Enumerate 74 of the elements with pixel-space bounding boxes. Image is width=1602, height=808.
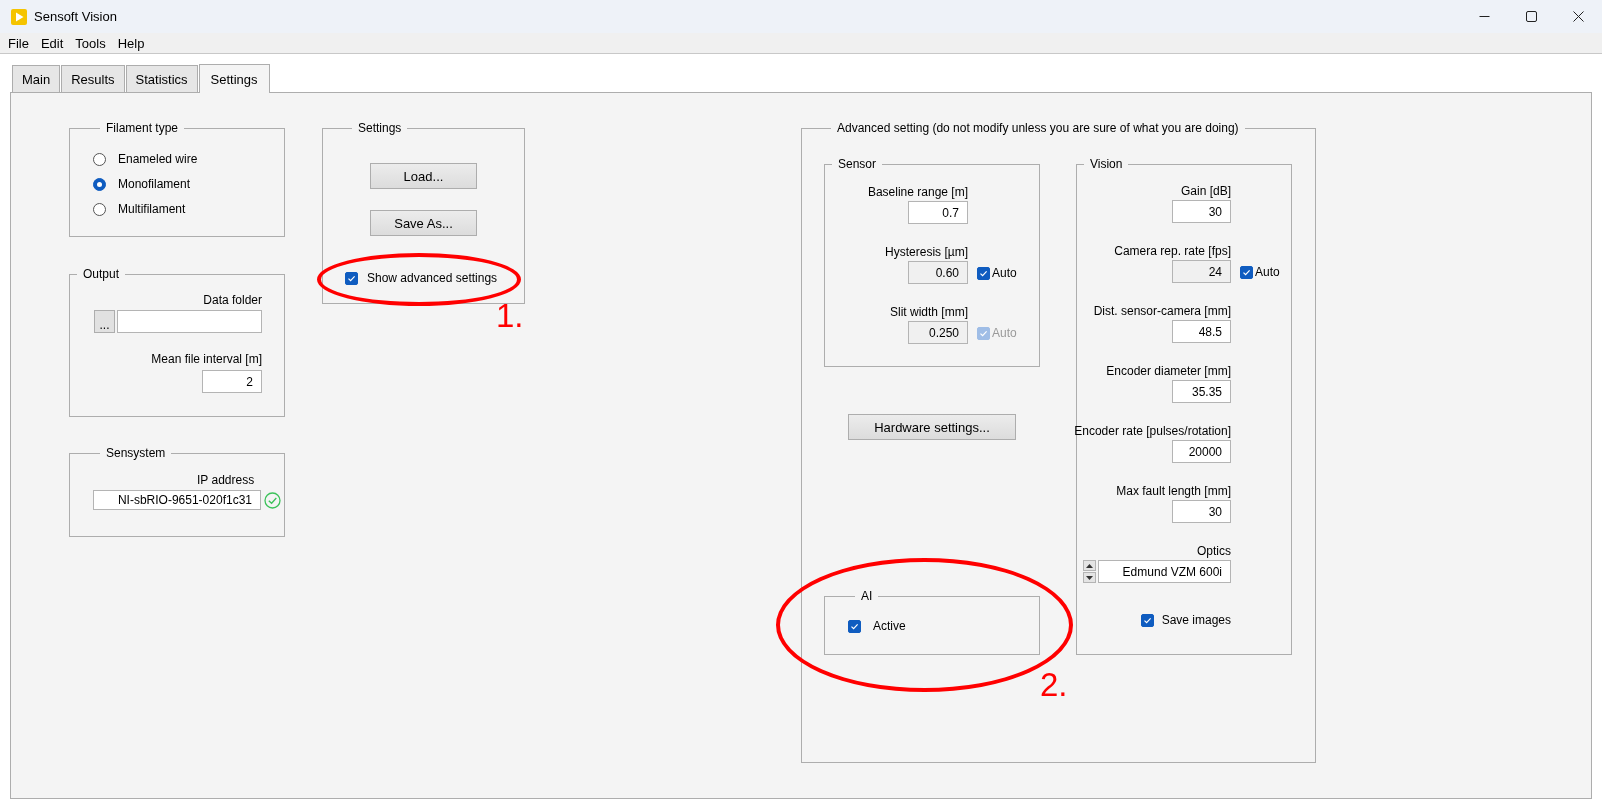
group-title: Filament type [105,121,180,135]
field-label: Encoder rate [pulses/rotation] [1074,424,1231,438]
checkbox[interactable] [848,619,861,633]
group-title: Output [82,267,121,281]
field-label: Mean file interval [m] [151,352,262,366]
menu-item[interactable]: File [2,35,35,51]
window-title: Sensoft Vision [34,9,117,24]
checkbox-label: Auto [1255,265,1280,279]
spin-up-button[interactable] [1083,560,1096,571]
value-field[interactable]: 20000 [1172,440,1231,463]
checkmark-icon [979,328,988,338]
field-label: Gain [dB] [1180,184,1231,198]
down-triangle-icon [1086,575,1093,580]
checkmark-icon [850,621,859,631]
field-label: Dist. sensor-camera [mm] [1093,304,1231,318]
radio-button[interactable] [93,177,106,191]
group-title: Advanced setting (do not modify unless you are sure of what you are doing) [836,121,1240,135]
group-title: Settings [357,121,403,135]
menu-item[interactable]: Edit [34,35,70,51]
tab[interactable]: Main [12,65,61,92]
radio-label: Monofilament [118,177,191,191]
field-label: IP address [197,473,255,487]
field-label: Camera rep. rate [fps] [1114,244,1231,258]
value-field[interactable]: 0.7 [908,201,968,224]
tab[interactable]: Statistics [125,65,198,92]
browse-button[interactable]: ... [94,310,115,333]
radio-label: Enameled wire [118,152,198,166]
app-logo-icon [11,8,27,25]
checkmark-icon [347,273,356,283]
field-label: Max fault length [mm] [1116,484,1231,498]
field-label: Slit width [mm] [890,305,968,319]
annotation-number: 1. [496,299,524,332]
group-title: Sensor [837,157,878,171]
tab[interactable]: Results [61,65,125,92]
push-button[interactable]: Load... [370,163,477,189]
radio-label: Multifilament [118,202,186,216]
menu-item[interactable]: Tools [69,35,112,51]
field-label: Optics [1197,544,1231,558]
field-label: Baseline range [m] [867,185,968,199]
maximize-icon [1526,11,1537,22]
checkmark-icon [1242,267,1251,277]
group-title: Vision [1089,157,1124,171]
spin-down-button[interactable] [1083,572,1096,583]
checkbox[interactable] [1140,613,1154,627]
value-field[interactable]: 30 [1172,500,1231,523]
hardware-settings-button[interactable]: Hardware settings... [848,414,1016,440]
checkmark-icon [979,268,988,278]
checkbox[interactable] [345,271,358,285]
checkbox-label: Auto [992,266,1017,280]
folder-field[interactable] [117,310,262,333]
checkbox-label: Auto [992,326,1017,340]
optics-field[interactable]: Edmund VZM 600i [1098,560,1231,583]
checkbox-label: Show advanced settings [367,271,498,285]
value-field[interactable]: 48.5 [1172,320,1231,343]
up-triangle-icon [1086,563,1093,568]
tab[interactable]: Settings [198,64,270,93]
group-title: AI [860,589,874,603]
ip-address-field[interactable]: NI-sbRIO-9651-020f1c31 [93,490,261,510]
annotation-number: 2. [1040,668,1068,701]
field-label: Data folder [203,293,262,307]
group-title: Sensystem [105,446,167,460]
value-field[interactable]: 30 [1172,200,1231,223]
value-field[interactable]: 2 [202,370,262,393]
checkmark-icon [1142,615,1152,625]
menu-item[interactable]: Help [111,35,151,51]
close-icon [1573,11,1584,22]
radio-button[interactable] [93,152,106,166]
value-field[interactable]: 35.35 [1172,380,1231,403]
field-label: Hysteresis [µm] [885,245,968,259]
checkbox-label: Active [873,619,906,633]
field-label: Encoder diameter [mm] [1106,364,1231,378]
radio-button[interactable] [93,202,106,216]
push-button[interactable]: Save As... [370,210,477,236]
checkbox-label: Save images [1161,613,1231,627]
